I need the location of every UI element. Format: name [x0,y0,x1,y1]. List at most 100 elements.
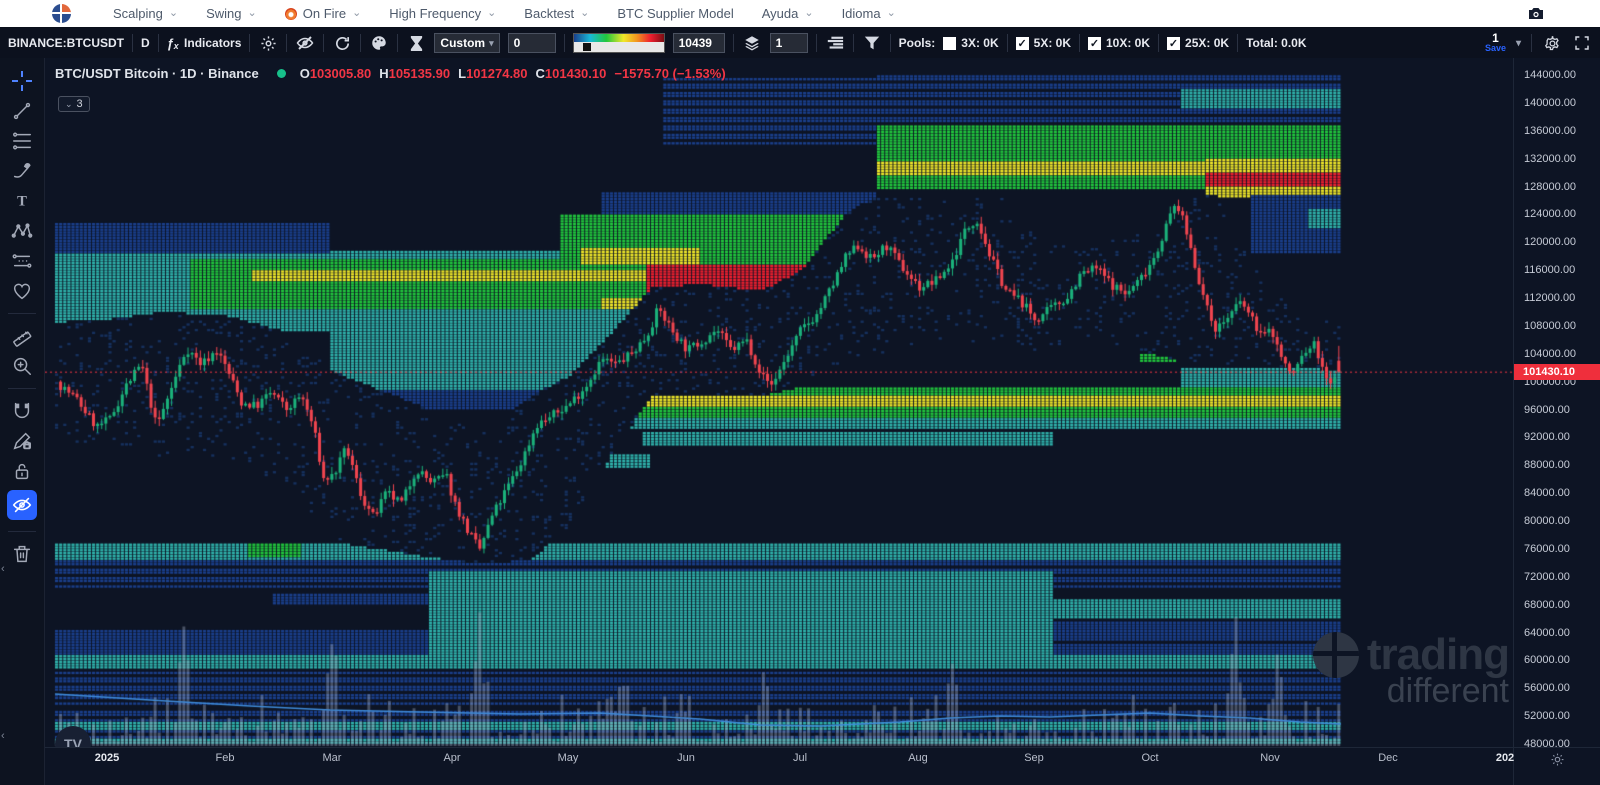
refresh-icon[interactable] [332,33,352,53]
legend-change: −1575.70 (−1.53%) [614,66,726,81]
chevron-down-icon: ⌄ [168,7,179,19]
interval-button[interactable]: D [141,36,150,50]
chevron-down-icon: ⌄ [352,7,362,19]
checkbox-icon: ✓ [1015,36,1029,50]
time-tick-label: Jun [677,752,695,764]
symbol-button[interactable]: BINANCE:BTCUSDT [8,36,124,50]
save-menu-chevron-icon[interactable]: ▾ [1516,38,1521,49]
fx-icon: ƒₓ [166,35,180,51]
colormap-gradient-editor[interactable] [572,33,665,53]
menu-item-high-frequency[interactable]: High Frequency ⌄ [375,0,510,28]
tool-zoom-in-icon[interactable] [7,355,37,377]
theme-sun-icon[interactable] [1550,752,1565,767]
time-tick-label: May [557,752,579,764]
current-price-badge: 101430.10 [1514,363,1600,380]
sidebar-divider [8,388,36,389]
menu-item-ayuda[interactable]: Ayuda ⌄ [748,0,828,28]
pools-checkboxes: 3X: 0K ✓ 5X: 0K ✓ 10X: 0K ✓ 25X: 0K [943,34,1229,52]
price-tick-label: 72000.00 [1524,570,1570,583]
tool-crosshair-icon[interactable] [7,70,37,92]
menu-item-scalping[interactable]: Scalping ⌄ [99,0,192,28]
colormap-value-input[interactable]: 10439 [672,33,725,53]
fullscreen-icon[interactable] [1572,33,1592,53]
menu-item-btc-supplier-model[interactable]: BTC Supplier Model [603,0,747,28]
palette-icon[interactable] [369,33,389,53]
pool-toggle-10x[interactable]: ✓ 10X: 0K [1088,36,1150,50]
time-axis[interactable]: 2025 Feb Mar Apr May Jun Jul Aug Sep Oct Nov Dec 202 [45,747,1514,770]
menu-bar: Scalping ⌄ Swing ⌄ On Fire ⌄ High Frequency ⌄ Ba… [0,0,1600,28]
tool-fib-retracement-icon[interactable] [7,130,37,152]
mode-select[interactable]: Custom ▾ [434,33,500,53]
checkbox-icon [943,36,957,50]
tool-brush-icon[interactable] [7,160,37,182]
price-tick-label: 60000.00 [1524,654,1570,667]
price-tick-label: 92000.00 [1524,431,1570,444]
time-tick-label: Oct [1141,752,1159,764]
fire-icon [284,7,297,20]
layers-value-input[interactable]: 1 [769,33,808,53]
price-tick-label: 124000.00 [1524,208,1576,221]
tool-lock-icon[interactable] [7,460,37,482]
offset-input[interactable]: 0 [507,33,556,53]
align-lines-icon[interactable] [825,33,845,53]
axis-corner [1514,747,1600,770]
tool-emoji-icon[interactable] [7,280,37,302]
drawing-toolbar: ‹ ‹ T [0,58,45,785]
time-tick-label: Mar [322,752,342,764]
chart-canvas[interactable] [45,58,1513,747]
chevron-down-icon: ⌄ [247,7,257,19]
settings-gear-icon[interactable] [258,33,278,53]
menu-item-swing[interactable]: Swing ⌄ [192,0,271,28]
tool-trash-icon[interactable] [7,543,37,565]
menu-item-idioma[interactable]: Idioma ⌄ [828,0,910,28]
price-axis[interactable]: 101430.10 144000.00 140000.00 136000.00 132… [1513,58,1600,785]
pool-toggle-3x[interactable]: 3X: 0K [943,36,999,50]
price-tick-label: 48000.00 [1524,738,1570,750]
checkbox-icon: ✓ [1088,36,1101,50]
tool-magnet-icon[interactable] [7,400,37,422]
indicators-collapse-badge[interactable]: ⌄ 3 [58,96,90,112]
legend-symbol[interactable]: BTC/USDT Bitcoin · 1D · Binance [55,66,259,81]
tool-ruler-icon[interactable] [7,325,37,347]
tool-hide-drawings-icon[interactable] [7,490,37,520]
checkbox-icon: ✓ [1167,36,1181,50]
price-tick-label: 68000.00 [1524,598,1570,611]
layers-icon[interactable] [742,33,762,53]
chart-pane[interactable]: BTC/USDT Bitcoin · 1D · Binance O103005.… [45,58,1514,785]
menu-item-on-fire[interactable]: On Fire ⌄ [271,0,376,28]
price-tick-label: 120000.00 [1524,236,1576,249]
price-tick-label: 80000.00 [1524,515,1570,527]
time-tick-label: Dec [1378,752,1398,764]
svg-text:T: T [17,194,27,210]
price-tick-label: 116000.00 [1524,264,1576,277]
tool-xabcd-pattern-icon[interactable] [7,220,37,242]
pool-toggle-5x[interactable]: ✓ 5X: 0K [1015,36,1071,50]
price-tick-label: 84000.00 [1524,487,1570,500]
tool-draw-icon[interactable] [7,430,37,452]
filter-funnel-icon[interactable] [862,33,882,53]
price-tick-label: 76000.00 [1524,542,1570,555]
time-tick-label: Apr [443,752,461,764]
tool-long-position-icon[interactable] [7,250,37,272]
pools-label: Pools: [898,36,936,50]
tool-text-icon[interactable]: T [7,190,37,212]
chart-legend: BTC/USDT Bitcoin · 1D · Binance O103005.… [55,66,726,81]
hourglass-icon[interactable] [406,33,426,53]
hide-eye-off-icon[interactable] [295,33,315,53]
panel-collapse-chevron2-icon[interactable]: ‹ [1,730,5,742]
chevron-down-icon: ⌄ [487,7,497,19]
screenshot-camera-icon[interactable] [1526,4,1546,24]
price-tick-label: 132000.00 [1524,152,1576,165]
time-tick-label: Sep [1024,752,1044,764]
price-tick-label: 112000.00 [1524,292,1576,304]
app-logo-icon[interactable] [52,4,71,23]
save-layout-button[interactable]: 1 Save [1485,32,1506,53]
price-tick-label: 104000.00 [1524,347,1576,360]
indicators-button[interactable]: ƒₓ Indicators [167,36,242,51]
time-tick-label: Feb [215,752,235,764]
panel-collapse-chevron-icon[interactable]: ‹ [1,563,5,575]
tool-trendline-icon[interactable] [7,100,37,122]
pool-toggle-25x[interactable]: ✓ 25X: 0K [1167,36,1229,50]
menu-item-backtest[interactable]: Backtest ⌄ [510,0,603,28]
chart-settings-gear-icon[interactable] [1542,33,1562,53]
